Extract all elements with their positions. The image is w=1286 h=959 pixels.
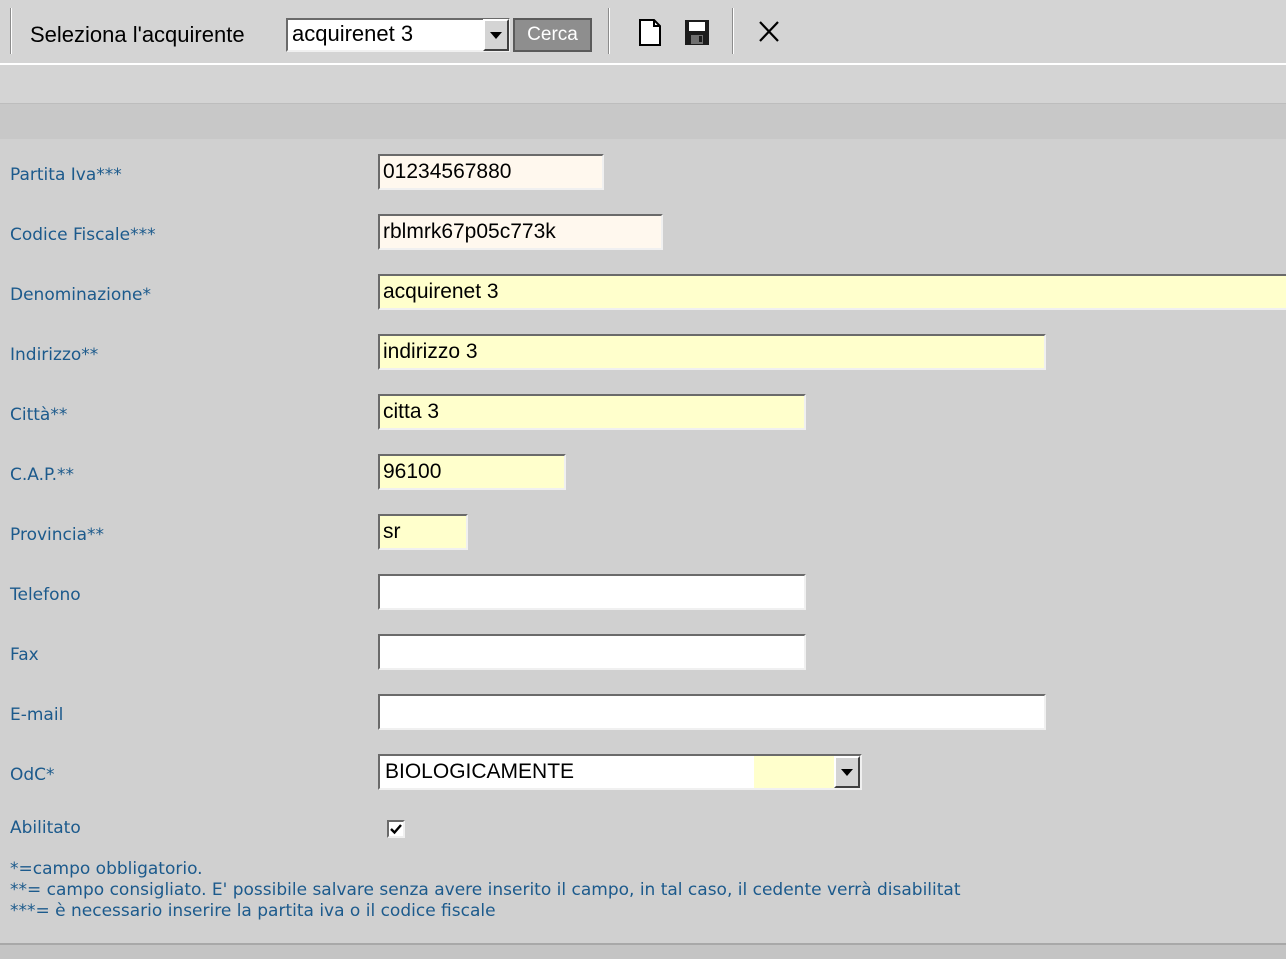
indirizzo-input[interactable]: indirizzo 3 [378, 334, 1046, 370]
buyer-select-label: Seleziona l'acquirente [30, 22, 245, 47]
note-recommended: **= campo consigliato. E' possibile salv… [10, 880, 961, 900]
email-label: E-mail [10, 705, 64, 725]
buyer-select-value: acquirenet 3 [292, 21, 414, 46]
fax-label: Fax [10, 645, 39, 665]
codice-fiscale-label: Codice Fiscale*** [10, 225, 156, 245]
provincia-input[interactable]: sr [378, 514, 468, 550]
indirizzo-label: Indirizzo** [10, 345, 99, 365]
partita-iva-label: Partita Iva*** [10, 165, 122, 185]
new-button[interactable] [634, 14, 668, 50]
provincia-label: Provincia** [10, 525, 105, 545]
codice-fiscale-input[interactable]: rblmrk67p05c773k [378, 214, 663, 250]
email-input[interactable] [378, 694, 1046, 730]
denominazione-input[interactable]: acquirenet 3 [378, 274, 1286, 310]
save-icon [685, 20, 709, 45]
form-header-band [0, 103, 1286, 140]
fax-input[interactable] [378, 634, 806, 670]
new-document-icon [639, 19, 661, 46]
close-icon [759, 21, 779, 42]
denominazione-label: Denominazione* [10, 285, 151, 305]
odc-select[interactable]: BIOLOGICAMENTE [378, 754, 862, 790]
buyer-select-dropdown-button[interactable] [483, 19, 509, 51]
odc-dropdown-button[interactable] [834, 756, 860, 788]
cap-label: C.A.P.** [10, 465, 75, 485]
odc-label: OdC* [10, 765, 55, 785]
telefono-label: Telefono [10, 585, 81, 605]
search-button[interactable]: Cerca [513, 18, 592, 52]
toolbar-separator [732, 8, 734, 54]
telefono-input[interactable] [378, 574, 806, 610]
toolbar: Seleziona l'acquirente acquirenet 3 Cerc… [0, 0, 1286, 65]
chevron-down-icon [841, 769, 853, 776]
citta-input[interactable]: citta 3 [378, 394, 806, 430]
citta-label: Città** [10, 405, 68, 425]
buyer-select[interactable]: acquirenet 3 [286, 18, 510, 52]
cap-input[interactable]: 96100 [378, 454, 566, 490]
checkmark-icon [390, 824, 402, 835]
partita-iva-input[interactable]: 01234567880 [378, 154, 604, 190]
toolbar-separator [608, 8, 610, 54]
save-button[interactable] [680, 14, 714, 50]
abilitato-checkbox[interactable] [387, 820, 405, 838]
abilitato-label: Abilitato [10, 818, 81, 838]
odc-select-value: BIOLOGICAMENTE [385, 760, 575, 783]
note-vat-or-cf: ***= è necessario inserire la partita iv… [10, 901, 496, 921]
chevron-down-icon [490, 32, 502, 39]
buyer-form [0, 139, 1286, 949]
toolbar-separator [10, 8, 12, 54]
close-button[interactable] [752, 14, 786, 50]
note-required: *=campo obbligatorio. [10, 859, 203, 879]
